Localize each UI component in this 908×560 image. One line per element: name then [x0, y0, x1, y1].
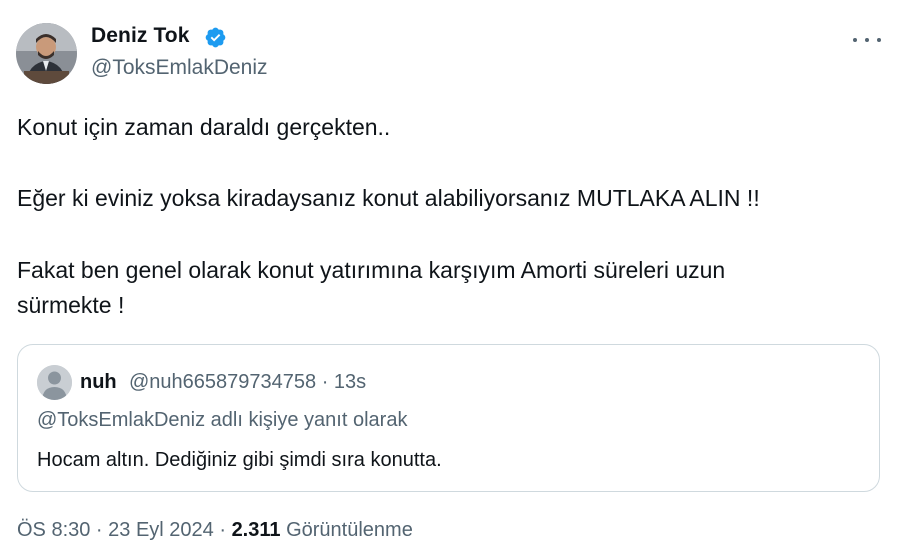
default-avatar-icon	[37, 365, 72, 400]
author-avatar[interactable]	[16, 23, 77, 84]
quoted-tweet-card[interactable]: nuh @nuh665879734758 · 13s @ToksEmlakDen…	[17, 344, 880, 492]
tweet-meta: ÖS 8:30 · 23 Eyl 2024 · 2.311 Görüntülen…	[17, 519, 413, 542]
author-handle[interactable]: @ToksEmlakDeniz	[91, 56, 268, 80]
avatar-image	[16, 23, 77, 84]
more-options-icon[interactable]	[853, 28, 881, 52]
quote-avatar[interactable]	[37, 365, 72, 400]
dot	[877, 38, 881, 42]
views-label: Görüntülenme	[280, 519, 413, 541]
tweet-text-line-4: sürmekte !	[17, 292, 125, 318]
quote-handle-time: @nuh665879734758 · 13s	[129, 371, 367, 393]
tweet-timestamp[interactable]: ÖS 8:30 · 23 Eyl 2024 ·	[17, 519, 232, 541]
dot	[865, 38, 869, 42]
tweet-text-line-1: Konut için zaman daraldı gerçekten..	[17, 114, 391, 140]
views-count: 2.311	[231, 519, 281, 541]
quote-reply-context: @ToksEmlakDeniz adlı kişiye yanıt olarak	[37, 409, 408, 431]
quote-author-name[interactable]: nuh	[80, 371, 117, 394]
tweet-text-line-2: Eğer ki eviniz yoksa kiradaysanız konut …	[17, 185, 760, 211]
dot	[853, 38, 857, 42]
verified-badge-icon	[205, 27, 226, 48]
tweet-text-line-3: Fakat ben genel olarak konut yatırımına …	[17, 257, 726, 283]
author-name[interactable]: Deniz Tok	[91, 24, 190, 48]
quote-text: Hocam altın. Dediğiniz gibi şimdi sıra k…	[37, 449, 442, 471]
